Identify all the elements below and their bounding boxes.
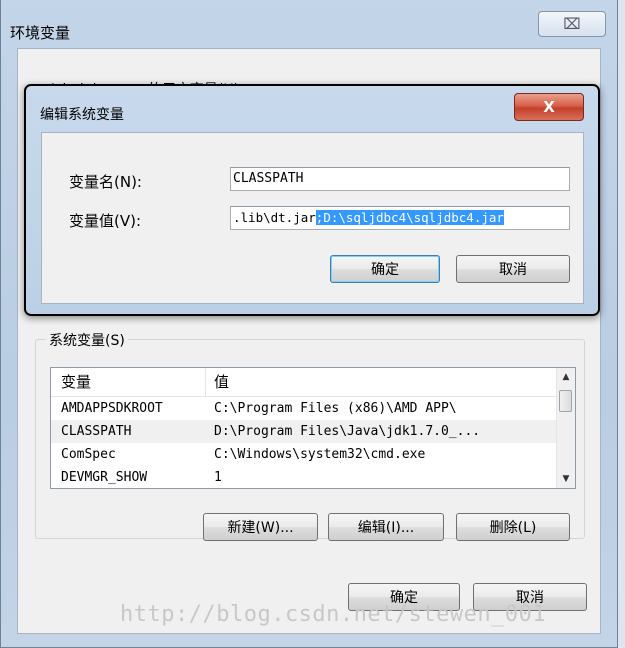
variable-value-label: 变量值(V): <box>69 212 142 230</box>
watermark-text: http://blog.csdn.net/stewen_001 <box>120 602 547 627</box>
cancel-button-label: 取消 <box>499 262 527 278</box>
variable-value-text: .lib\dt.jar <box>233 210 316 225</box>
variable-value-selected-text: ;D:\sqljdbc4\sqljdbc4.jar <box>315 210 504 225</box>
scrollbar-thumb[interactable] <box>559 390 572 412</box>
delete-variable-button[interactable]: 删除(L) <box>456 513 570 541</box>
variable-name-label: 变量名(N): <box>69 173 142 191</box>
edit-button-label: 编辑(I)... <box>357 520 415 536</box>
variable-name-field[interactable]: CLASSPATH <box>230 167 570 191</box>
table-row[interactable]: ComSpec C:\Windows\system32\cmd.exe <box>51 443 558 466</box>
column-divider[interactable] <box>205 368 206 396</box>
table-header: 变量 值 <box>51 368 558 397</box>
system-variables-table[interactable]: 变量 值 AMDAPPSDKROOT C:\Program Files (x86… <box>50 367 576 489</box>
ok-button-label: 确定 <box>371 262 399 278</box>
variable-value-cell: C:\Windows\system32\cmd.exe <box>214 447 426 462</box>
outer-close-button[interactable]: ⌧ <box>538 11 606 37</box>
inner-dialog-body: 变量名(N): CLASSPATH 变量值(V): .lib\dt.jar;D:… <box>41 132 584 304</box>
variable-name-cell: CLASSPATH <box>61 424 132 439</box>
table-row-selected[interactable]: CLASSPATH D:\Program Files\Java\jdk1.7.0… <box>51 420 558 443</box>
table-row[interactable]: DEVMGR_SHOW 1 <box>51 466 558 488</box>
system-variables-label: 系统变量(S) <box>46 330 128 350</box>
outer-titlebar[interactable]: 环境变量 ⌧ <box>1 0 617 46</box>
variable-name-text: CLASSPATH <box>233 171 304 186</box>
variable-value-cell: D:\Program Files\Java\jdk1.7.0_... <box>214 424 481 439</box>
new-button-label: 新建(W)... <box>227 520 294 536</box>
inner-cancel-button[interactable]: 取消 <box>456 255 570 283</box>
scroll-up-icon[interactable]: ▲ <box>557 368 575 386</box>
variable-value-cell: 1 <box>214 470 222 485</box>
variable-name-cell: DEVMGR_SHOW <box>61 470 148 485</box>
table-row[interactable]: AMDAPPSDKROOT C:\Program Files (x86)\AMD… <box>51 397 558 420</box>
column-header-variable[interactable]: 变量 <box>61 368 91 396</box>
inner-ok-button[interactable]: 确定 <box>330 255 440 283</box>
new-variable-button[interactable]: 新建(W)... <box>203 513 318 541</box>
scroll-down-icon[interactable]: ▼ <box>557 470 575 488</box>
variable-value-field[interactable]: .lib\dt.jar;D:\sqljdbc4\sqljdbc4.jar <box>230 206 570 230</box>
variable-name-cell: AMDAPPSDKROOT <box>61 401 163 416</box>
table-scrollbar[interactable]: ▲ ▼ <box>556 368 575 488</box>
close-icon: ⌧ <box>563 15 581 33</box>
variable-name-cell: ComSpec <box>61 447 116 462</box>
outer-dialog-title: 环境变量 <box>10 24 71 42</box>
variable-value-cell: C:\Program Files (x86)\AMD APP\ <box>214 401 457 416</box>
delete-button-label: 删除(L) <box>489 520 537 536</box>
inner-close-button[interactable]: X <box>514 93 584 121</box>
edit-variable-button[interactable]: 编辑(I)... <box>328 513 444 541</box>
close-icon: X <box>543 98 555 116</box>
edit-system-variable-dialog: 编辑系统变量 X 变量名(N): CLASSPATH 变量值(V): .lib\… <box>24 84 600 316</box>
column-header-value[interactable]: 值 <box>214 368 229 396</box>
inner-dialog-title: 编辑系统变量 <box>40 107 124 123</box>
